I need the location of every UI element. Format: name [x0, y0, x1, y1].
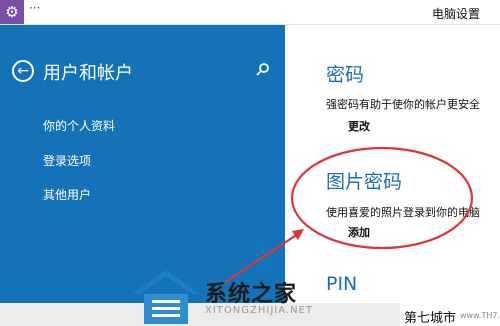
picture-password-title: 图片密码 [326, 171, 403, 193]
password-title: 密码 [326, 64, 365, 86]
gear-icon[interactable]: ⚙ [0, 0, 24, 24]
picture-password-description: 使用喜爱的照片登录到你的电脑 [326, 206, 480, 219]
sidebar-item-signin-options[interactable]: 登录选项 [43, 152, 91, 169]
search-icon[interactable] [254, 61, 272, 79]
sidebar: ← 用户和帐户 你的个人资料 登录选项 其他用户 [0, 25, 285, 303]
add-picture-password-button[interactable]: 添加 [348, 224, 370, 240]
sidebar-item-profile[interactable]: 你的个人资料 [43, 117, 115, 134]
back-arrow-icon[interactable]: ← [12, 60, 34, 82]
watermark-site-name: 第七城市 [404, 311, 457, 326]
watermark-site-url: www.TH7.cn [460, 311, 500, 320]
house-logo-icon [132, 270, 200, 324]
window-title: 电脑设置 [432, 7, 481, 21]
password-description: 强密码有助于使你的帐户更安全 [326, 98, 480, 111]
sidebar-item-other-users[interactable]: 其他用户 [43, 186, 91, 203]
watermark-brand-en: XITONGZHIJIA.NET [205, 305, 313, 316]
change-password-button[interactable]: 更改 [348, 118, 370, 134]
watermark-brand: 系统之家 [205, 282, 298, 307]
menu-dots-icon[interactable]: ··· [29, 1, 40, 15]
title-bar: ⚙ ··· 电脑设置 [0, 0, 500, 25]
watermark-site: 第七城市 www.TH7.cn [400, 303, 500, 326]
sidebar-title: 用户和帐户 [43, 63, 133, 84]
main-content: 密码 强密码有助于使你的帐户更安全 更改 图片密码 使用喜爱的照片登录到你的电脑… [285, 25, 500, 303]
pin-title: PIN [326, 273, 358, 295]
